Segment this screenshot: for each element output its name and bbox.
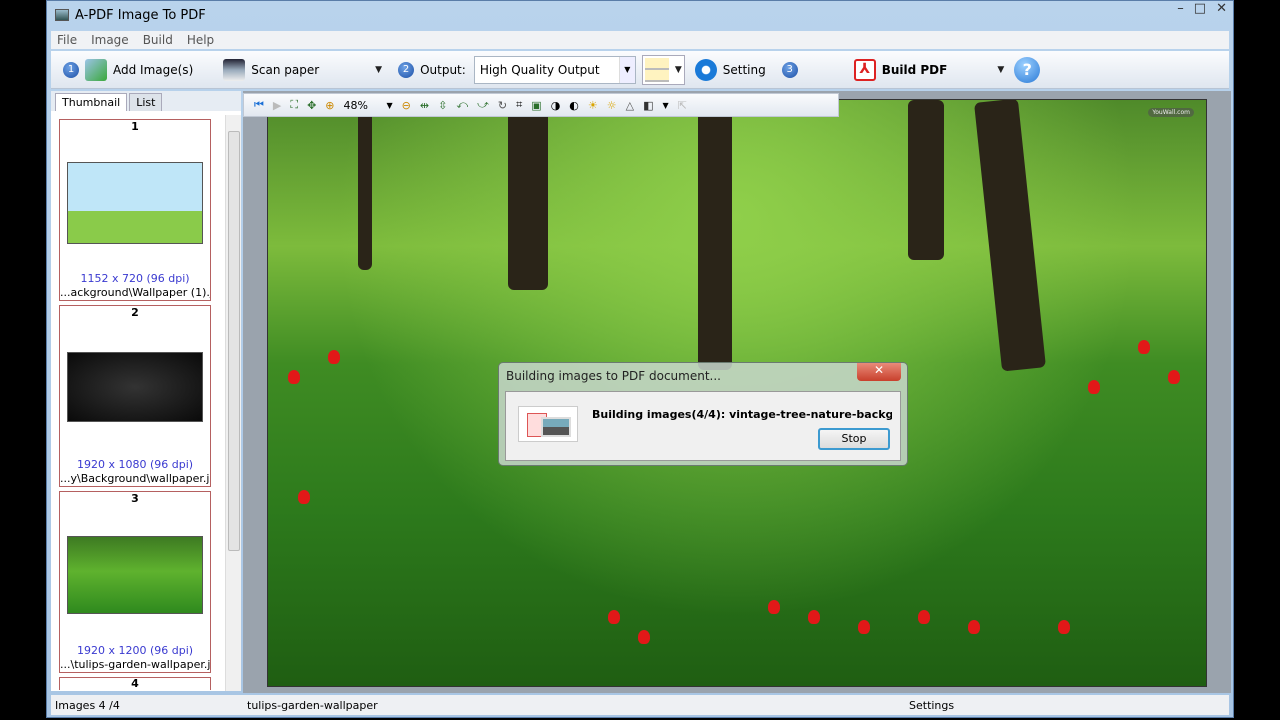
image-toolbar: ⏮ ▶ ⛶ ✥ ⊕ 48% ▼ ⊖ ⇹ ⇳ ⤺ ⤻ ↻ ⌗ ▣ ◑ ◐ ☀ ☼ …: [243, 93, 839, 117]
pdf-images-icon: [518, 406, 578, 442]
actual-size-icon[interactable]: ✥: [307, 99, 316, 112]
flip-horizontal-icon[interactable]: ⇹: [420, 99, 429, 112]
add-images-label: Add Image(s): [113, 62, 194, 77]
thumbnail-number: 2: [131, 306, 139, 319]
scanner-icon: [223, 58, 246, 81]
scan-paper-button[interactable]: Scan paper ▼: [223, 58, 382, 81]
setting-label: Setting: [722, 62, 766, 77]
status-bar: Images 4 /4 tulips-garden-wallpaper Sett…: [51, 695, 1229, 715]
pdf-icon: ⅄: [853, 58, 876, 81]
zoom-level[interactable]: 48%: [344, 99, 378, 112]
thumbnail-number: 1: [131, 120, 139, 133]
thumbnail-number: 4: [131, 677, 139, 690]
contrast-down-icon[interactable]: ◐: [569, 99, 579, 112]
brightness-down-icon[interactable]: ☼: [607, 99, 617, 112]
fit-icon[interactable]: ⛶: [290, 98, 298, 112]
progress-message: Building images(4/4): vintage-tree-natur…: [592, 408, 892, 421]
thumbnail-image: [67, 162, 203, 244]
minimize-button[interactable]: –: [1177, 1, 1184, 16]
rotate-icon[interactable]: ↻: [498, 99, 507, 112]
thumbnail-number: 3: [131, 492, 139, 505]
layout-icon: [644, 57, 669, 82]
scan-dropdown-icon[interactable]: ▼: [375, 65, 382, 75]
maximize-button[interactable]: □: [1194, 1, 1206, 16]
zoom-out-icon[interactable]: ⊖: [402, 99, 411, 112]
export-icon[interactable]: ⇱: [678, 99, 687, 112]
progress-dialog: Building images to PDF document... ✕ Bui…: [498, 362, 908, 466]
step-3-badge: 3: [781, 61, 798, 78]
build-pdf-button[interactable]: ⅄ Build PDF ▼: [853, 58, 1004, 81]
layout-select[interactable]: ▼: [641, 54, 685, 85]
output-select[interactable]: High Quality Output ▼: [473, 55, 636, 84]
flip-vertical-icon[interactable]: ⇳: [438, 99, 447, 112]
menu-help[interactable]: Help: [187, 33, 214, 47]
setting-button[interactable]: Setting: [694, 58, 766, 81]
tab-thumbnail[interactable]: Thumbnail: [55, 93, 128, 111]
first-page-icon[interactable]: ⏮: [254, 98, 264, 112]
scan-paper-label: Scan paper: [251, 62, 320, 77]
chevron-down-icon: ▼: [618, 56, 635, 83]
zoom-in-icon[interactable]: ⊕: [325, 99, 334, 112]
add-images-button[interactable]: Add Image(s): [85, 58, 194, 81]
sharpen-icon[interactable]: △: [626, 99, 634, 112]
status-settings: Settings: [909, 698, 955, 712]
thumbnail-image: [67, 536, 203, 614]
add-image-icon: [85, 58, 107, 81]
step-2-badge: 2: [398, 61, 415, 78]
status-current-file: tulips-garden-wallpaper: [247, 698, 378, 712]
contrast-up-icon[interactable]: ◑: [551, 99, 561, 112]
crop-icon[interactable]: ⌗: [516, 98, 522, 112]
dialog-close-button[interactable]: ✕: [857, 363, 901, 381]
output-label: Output:: [420, 62, 466, 77]
thumbnail-list: 1 1152 x 720 (96 dpi) ...ackground\Wallp…: [59, 119, 211, 691]
left-panel: Thumbnail List 1 1152 x 720 (96 dpi) ...…: [51, 91, 241, 691]
thumbnail-resolution: 1920 x 1200 (96 dpi): [76, 644, 194, 657]
build-pdf-label: Build PDF: [881, 62, 948, 77]
layout-dropdown-icon: ▼: [674, 64, 682, 75]
rotate-left-icon[interactable]: ⤺: [456, 98, 468, 112]
app-window: A-PDF Image To PDF – □ ✕ File Image Buil…: [46, 0, 1234, 718]
title-bar: A-PDF Image To PDF – □ ✕: [47, 1, 1233, 29]
thumbnail-item[interactable]: 1 1152 x 720 (96 dpi) ...ackground\Wallp…: [59, 119, 211, 301]
thumbnail-filename: ...ackground\Wallpaper (1).jpg: [60, 286, 210, 299]
menu-file[interactable]: File: [57, 33, 77, 47]
help-button[interactable]: ?: [1014, 56, 1041, 83]
thumbnail-item[interactable]: 4: [59, 677, 211, 690]
tab-list[interactable]: List: [129, 93, 163, 111]
menu-bar: File Image Build Help: [51, 31, 1229, 49]
close-button[interactable]: ✕: [1216, 1, 1227, 16]
stop-button[interactable]: Stop: [818, 428, 890, 450]
brightness-up-icon[interactable]: ☀: [588, 99, 598, 112]
watermark: YouWall.com: [1148, 108, 1194, 117]
zoom-dropdown-icon[interactable]: ▼: [387, 101, 393, 110]
status-image-count: Images 4 /4: [55, 698, 120, 712]
menu-image[interactable]: Image: [91, 33, 129, 47]
build-dropdown-icon[interactable]: ▼: [997, 65, 1004, 75]
thumbnail-image: [67, 352, 203, 422]
thumbnail-resolution: 1920 x 1080 (96 dpi): [76, 458, 194, 471]
view-dropdown-icon[interactable]: ▼: [663, 101, 669, 110]
thumbnail-filename: ...y\Background\wallpaper.jpg: [60, 472, 210, 485]
refresh-image-icon[interactable]: ▣: [531, 99, 541, 112]
gear-icon: [694, 58, 717, 81]
play-icon[interactable]: ▶: [273, 99, 281, 112]
app-icon: [55, 9, 69, 21]
main-toolbar: 1 Add Image(s) Scan paper ▼ 2 Output: Hi…: [51, 51, 1229, 89]
view-mode-icon[interactable]: ◧: [643, 99, 653, 112]
menu-build[interactable]: Build: [143, 33, 173, 47]
dialog-title: Building images to PDF document...: [506, 369, 721, 383]
thumbnail-scrollbar[interactable]: [225, 115, 241, 691]
rotate-right-icon[interactable]: ⤻: [477, 98, 489, 112]
thumbnail-resolution: 1152 x 720 (96 dpi): [80, 272, 190, 285]
output-value: High Quality Output: [479, 62, 600, 77]
step-1-badge: 1: [63, 61, 79, 78]
thumbnail-item[interactable]: 3 1920 x 1200 (96 dpi) ...\tulips-garden…: [59, 491, 211, 673]
thumbnail-filename: ...\tulips-garden-wallpaper.jpg: [60, 658, 210, 671]
window-title: A-PDF Image To PDF: [75, 7, 206, 23]
thumbnail-item[interactable]: 2 1920 x 1080 (96 dpi) ...y\Background\w…: [59, 305, 211, 487]
